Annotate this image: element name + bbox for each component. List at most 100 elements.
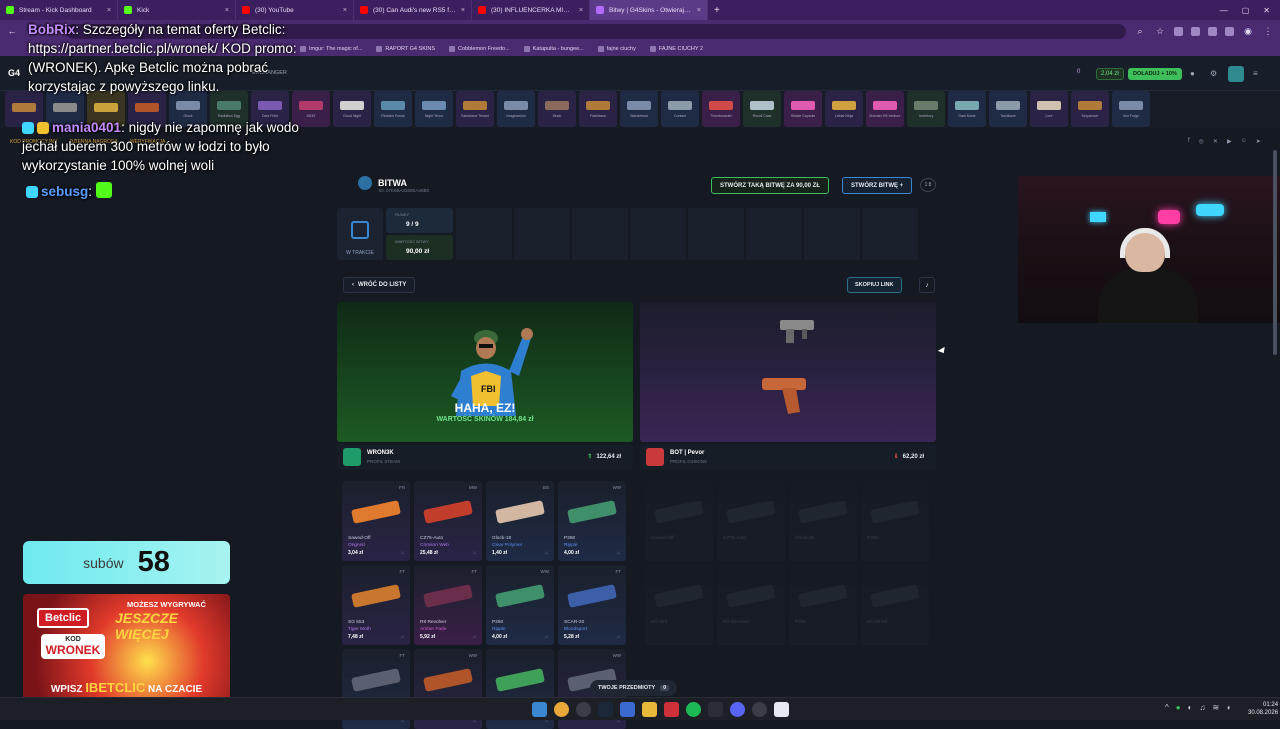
- live-drop-item[interactable]: Imaginarium: [497, 91, 535, 127]
- balance-badge[interactable]: 2,04 zł: [1096, 68, 1124, 80]
- player-bar[interactable]: WRON3K PROFIL STEAM ⇑ 122,64 zł: [337, 444, 633, 470]
- new-tab-button[interactable]: +: [708, 5, 726, 16]
- menu-dots-icon[interactable]: ⋮: [1262, 26, 1274, 37]
- bookmark-item[interactable]: Imgur: The magic of...: [300, 46, 362, 52]
- live-drop-item[interactable]: Sticker Capsule: [784, 91, 822, 127]
- live-drop-item[interactable]: Sandwave Tenant: [456, 91, 494, 127]
- spotify-icon[interactable]: [686, 702, 701, 717]
- player-bar[interactable]: BOT | Pevor PROFIL G4SKINS ⇓ 62,20 zł: [640, 444, 936, 470]
- live-drop-item[interactable]: Cloud Night: [333, 91, 371, 127]
- app-icon[interactable]: [708, 702, 723, 717]
- browser-tab[interactable]: Bitwy | G4Skins - Otwieraj skrz ×: [590, 0, 708, 20]
- windows-start-icon[interactable]: [532, 702, 547, 717]
- browser-tab[interactable]: (30) YouTube ×: [236, 0, 354, 20]
- live-drop-item[interactable]: Mudo: [538, 91, 576, 127]
- facebook-icon[interactable]: f: [1188, 138, 1190, 145]
- live-drop-item[interactable]: Dark Mode: [948, 91, 986, 127]
- player-profile-link[interactable]: PROFIL STEAM: [367, 459, 400, 464]
- capcut-icon[interactable]: [774, 702, 789, 717]
- volume-icon[interactable]: ◖: [1226, 703, 1231, 712]
- live-drop-item[interactable]: Flashback: [579, 91, 617, 127]
- item-card[interactable]: SG 553 ⌂: [645, 565, 713, 645]
- page-scrollbar[interactable]: [1273, 150, 1277, 355]
- wifi-icon[interactable]: ≋: [1212, 703, 1219, 712]
- minimize-icon[interactable]: —: [1220, 6, 1228, 15]
- extension-icon[interactable]: [1174, 26, 1183, 36]
- discord-icon[interactable]: [730, 702, 745, 717]
- microphone-icon[interactable]: ♫: [1199, 703, 1205, 712]
- chrome-icon[interactable]: [554, 702, 569, 717]
- item-card[interactable]: CZ75-Auto ⌂: [717, 481, 785, 561]
- bookmark-item[interactable]: fajne ciuchy: [597, 46, 636, 52]
- store-icon[interactable]: [620, 702, 635, 717]
- your-items-button[interactable]: TWOJE PRZEDMIOTY 0: [590, 680, 678, 696]
- live-drop-item[interactable]: Inventory: [907, 91, 945, 127]
- item-card[interactable]: MW CZ75-Auto Crimson Web 25,48 zł ⌂: [414, 481, 482, 561]
- folder-icon[interactable]: [642, 702, 657, 717]
- live-drop-item[interactable]: Thumbmaster: [702, 91, 740, 127]
- item-card[interactable]: SCAR-20 ⌂: [861, 565, 929, 645]
- bookmark-item[interactable]: Katapulta - bungee...: [523, 46, 584, 52]
- item-card[interactable]: Sawed-Off ⌂: [645, 481, 713, 561]
- extension-icon[interactable]: [1225, 26, 1234, 36]
- live-drop-item[interactable]: Lore: [1030, 91, 1068, 127]
- youtube-icon[interactable]: ▶: [1227, 138, 1232, 145]
- steam-icon[interactable]: [598, 702, 613, 717]
- close-icon[interactable]: ×: [461, 7, 465, 14]
- x-icon[interactable]: ✕: [1213, 138, 1218, 145]
- browser-tab[interactable]: Stream - Kick Dashboard ×: [0, 0, 118, 20]
- live-drop-item[interactable]: Sequencer: [1071, 91, 1109, 127]
- live-drop-item[interactable]: Lethal Ninja: [825, 91, 863, 127]
- item-card[interactable]: WW P250 Ripple 4,00 zł ⌂: [558, 481, 626, 561]
- gear-icon[interactable]: ⚙: [1210, 69, 1217, 78]
- back-to-list-button[interactable]: ‹ WRÓĆ DO LISTY: [343, 277, 416, 293]
- close-icon[interactable]: ×: [343, 7, 347, 14]
- bookmark-item[interactable]: FAJNE CIUCHY 2: [649, 46, 703, 52]
- telegram-icon[interactable]: ➤: [1256, 138, 1261, 145]
- item-card[interactable]: R8 Revolver ⌂: [717, 565, 785, 645]
- copy-link-button[interactable]: SKOPIUJ LINK: [847, 277, 902, 293]
- item-card[interactable]: P250 ⌂: [789, 565, 857, 645]
- profile-icon[interactable]: ◉: [1242, 26, 1254, 37]
- hamburger-menu-icon[interactable]: ≡: [1253, 69, 1258, 78]
- close-window-icon[interactable]: ✕: [1263, 6, 1270, 15]
- close-icon[interactable]: ×: [107, 7, 111, 14]
- browser-tab[interactable]: (30) INFLUENCERKA MIAŻDŻY ×: [472, 0, 590, 20]
- bell-icon[interactable]: ●: [1190, 69, 1195, 78]
- live-drop-item[interactable]: Wanderlust: [620, 91, 658, 127]
- app-icon[interactable]: [664, 702, 679, 717]
- create-battle-button[interactable]: STWÓRZ BITWĘ +: [842, 177, 913, 194]
- extension-icon[interactable]: [1208, 26, 1217, 36]
- live-drop-item[interactable]: Reclaim Funds: [374, 91, 412, 127]
- item-card[interactable]: P250 ⌂: [861, 481, 929, 561]
- close-icon[interactable]: ×: [697, 7, 701, 14]
- bookmark-item[interactable]: Cobblemon Freedo...: [449, 46, 510, 52]
- app-icon[interactable]: [752, 702, 767, 717]
- browser-tab[interactable]: (30) Can Audi's new RS5 finally ×: [354, 0, 472, 20]
- deposit-button[interactable]: DOŁADUJ + 10%: [1128, 68, 1182, 80]
- discord-icon[interactable]: ☺: [1241, 138, 1247, 145]
- live-drop-item[interactable]: Contact: [661, 91, 699, 127]
- site-logo[interactable]: G4: [8, 68, 20, 78]
- live-drop-item[interactable]: Night Terror: [415, 91, 453, 127]
- item-card[interactable]: WW P250 Ripple 4,00 zł ⌂: [486, 565, 554, 645]
- zoom-icon[interactable]: ⌕: [1134, 26, 1146, 37]
- close-icon[interactable]: ×: [225, 7, 229, 14]
- user-avatar[interactable]: [1228, 66, 1244, 82]
- provably-fair-badge[interactable]: 1:8: [920, 178, 936, 192]
- live-drop-item[interactable]: Iron Forge: [1112, 91, 1150, 127]
- live-drop-item[interactable]: Tachikaze: [989, 91, 1027, 127]
- system-clock[interactable]: 01:24 30.08.2026: [1248, 701, 1278, 717]
- extension-icon[interactable]: [1191, 26, 1200, 36]
- browser-tab[interactable]: Kick ×: [118, 0, 236, 20]
- item-card[interactable]: FT SG 553 Tiger Moth 7,48 zł ⌂: [342, 565, 410, 645]
- item-card[interactable]: BS Glock-18 Clear Polymer 1,40 zł ⌂: [486, 481, 554, 561]
- item-card[interactable]: FN Sawed-Off Orignnit 3,04 zł ⌂: [342, 481, 410, 561]
- live-drop-item[interactable]: Monster Eft Venture: [866, 91, 904, 127]
- live-drop-item[interactable]: Recoil Case: [743, 91, 781, 127]
- network-icon[interactable]: ◐: [1188, 703, 1193, 712]
- obs-icon[interactable]: [576, 702, 591, 717]
- item-card[interactable]: FT R8 Revolver Amber Fade 5,92 zł ⌂: [414, 565, 482, 645]
- create-same-battle-button[interactable]: STWÓRZ TAKĄ BITWĘ ZA 90,00 ZŁ: [711, 177, 829, 194]
- instagram-icon[interactable]: ◎: [1199, 138, 1204, 145]
